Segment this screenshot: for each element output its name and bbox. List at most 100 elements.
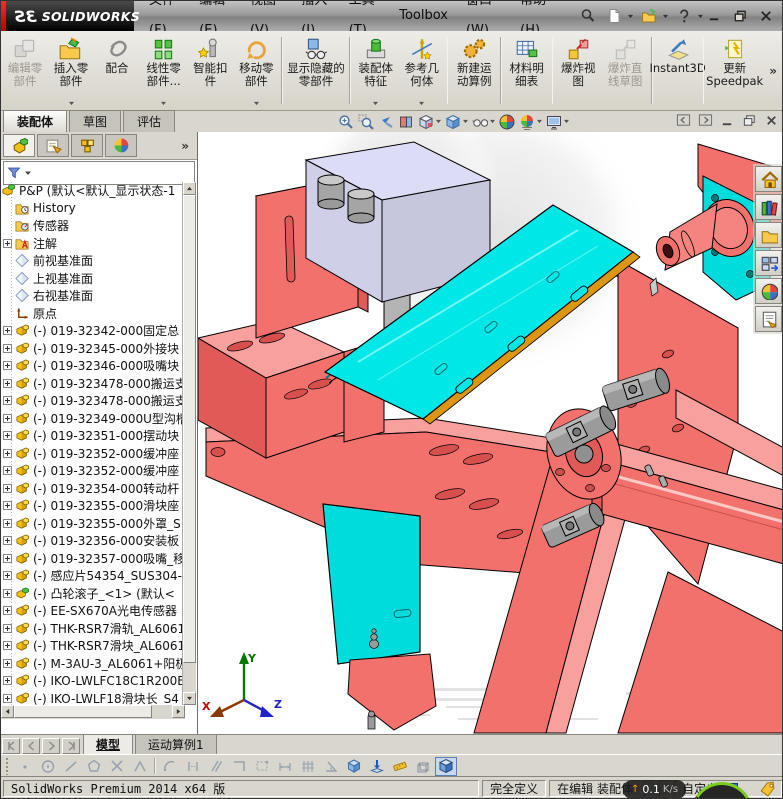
scroll-up-button[interactable]: [183, 182, 196, 195]
expand-toggle-icon[interactable]: [3, 431, 12, 441]
tree-item[interactable]: (-) 019-32357-000吸嘴_移: [1, 550, 185, 568]
tree-item[interactable]: (-) 凸轮滚子_<1> (默认<: [1, 585, 185, 603]
tree-item[interactable]: (-) 019-32342-000固定总: [1, 322, 185, 340]
tree-item[interactable]: (-) 019-32352-000缓冲座: [1, 445, 185, 463]
collapse-right-button[interactable]: [697, 113, 714, 128]
nav-prev-button[interactable]: [22, 738, 40, 754]
doc-close-button[interactable]: [763, 113, 780, 128]
line-tool-button[interactable]: [60, 757, 82, 776]
appearances-tab[interactable]: [755, 278, 782, 304]
design-library-tab[interactable]: [755, 194, 782, 220]
toolbar-button-insert-component[interactable]: 插入零部件: [48, 33, 94, 108]
apply-scene-button[interactable]: [518, 114, 536, 130]
construction-geometry-tool-button[interactable]: [251, 757, 273, 776]
tree-item[interactable]: (-) IKO-LWLF18滑块长_S4: [1, 690, 185, 705]
toolbar-button-linear-pattern[interactable]: 线性零部件...: [140, 33, 187, 108]
chevron-down-icon[interactable]: [418, 101, 425, 107]
sketch-point-button[interactable]: [14, 757, 36, 776]
expand-toggle-icon[interactable]: [3, 396, 12, 406]
tree-item[interactable]: (-) 019-32351-000摆动块: [1, 427, 185, 445]
doc-restore-button[interactable]: [741, 113, 758, 128]
search-icon[interactable]: [577, 6, 599, 26]
toolbar-button-mate[interactable]: 配合: [94, 33, 140, 108]
toolbar-button-assembly-features[interactable]: 装配体特征: [353, 33, 399, 108]
configurationmanager-tab[interactable]: [71, 134, 103, 157]
chevron-down-icon[interactable]: [68, 101, 75, 107]
wire-box-tool-button[interactable]: [412, 757, 434, 776]
iso-cube-tool-button[interactable]: [343, 757, 365, 776]
chamfer-tool-button[interactable]: [129, 757, 151, 776]
file-explorer-tab[interactable]: [755, 222, 782, 248]
doc-minimize-button[interactable]: [719, 113, 736, 128]
expand-toggle-icon[interactable]: [3, 553, 12, 563]
scroll-left-button[interactable]: [1, 705, 14, 718]
ribbon-tab-3[interactable]: 评估: [123, 110, 176, 132]
graphics-area[interactable]: X Y Z: [198, 132, 782, 734]
tree-item[interactable]: 传感器: [1, 217, 185, 235]
tree-item[interactable]: 右视基准面: [1, 287, 185, 305]
offset-tool-button[interactable]: [205, 757, 227, 776]
toolbar-button-motion-study[interactable]: 新建运动算例: [450, 33, 498, 108]
tree-item[interactable]: (-) 019-323478-000搬运支: [1, 392, 185, 410]
toolbar-grip[interactable]: [5, 757, 10, 775]
tree-item[interactable]: (-) EE-SX670A光电传感器: [1, 602, 185, 620]
expand-toggle-icon[interactable]: [3, 693, 12, 703]
view-palette-tab[interactable]: [755, 250, 782, 276]
tree-item[interactable]: (-) M-3AU-3_AL6061+阳极: [1, 655, 185, 673]
toolbar-button-bom[interactable]: 材料明细表: [504, 33, 550, 108]
toolbar-button-show-hidden[interactable]: 显示隐藏的零部件: [285, 33, 347, 108]
toolbar-overflow-button[interactable]: »: [763, 64, 782, 78]
filter-funnel-icon[interactable]: [7, 166, 21, 180]
tree-item[interactable]: (-) IKO-LWLFC18C1R200BP: [1, 672, 185, 690]
tree-vertical-scrollbar[interactable]: [182, 182, 196, 705]
chevron-down-icon[interactable]: [462, 119, 469, 124]
tree-item[interactable]: (-) 019-32349-000U型沟槽: [1, 410, 185, 428]
help-button-dropdown-icon[interactable]: [697, 14, 704, 19]
normal-to-tool-button[interactable]: [366, 757, 388, 776]
tree-item[interactable]: (-) 019-323478-000搬运支: [1, 375, 185, 393]
expand-toggle-icon[interactable]: [3, 483, 12, 493]
expand-toggle-icon[interactable]: [3, 466, 12, 476]
expand-toggle-icon[interactable]: [3, 448, 12, 458]
help-button[interactable]: [673, 6, 695, 26]
section-view-button[interactable]: [397, 114, 415, 130]
zoom-to-fit-button[interactable]: [337, 114, 355, 130]
polygon-tool-button[interactable]: [83, 757, 105, 776]
view-settings-button[interactable]: [545, 114, 563, 130]
tree-item[interactable]: 前视基准面: [1, 252, 185, 270]
tree-item[interactable]: (-) 019-32352-000缓冲座: [1, 462, 185, 480]
new-document-button[interactable]: [603, 6, 625, 26]
arc-tool-button[interactable]: [159, 757, 181, 776]
toolbar-button-instant3d[interactable]: Instant3D: [649, 33, 706, 108]
tree-item[interactable]: History: [1, 200, 185, 218]
tree-item[interactable]: 原点: [1, 305, 185, 323]
chevron-down-icon[interactable]: [489, 119, 496, 124]
chevron-down-icon[interactable]: [372, 101, 379, 107]
nav-first-button[interactable]: [2, 738, 20, 754]
expand-toggle-icon[interactable]: [3, 413, 12, 423]
expand-toggle-icon[interactable]: [3, 571, 12, 581]
expand-toggle-icon[interactable]: [3, 518, 12, 528]
zoom-to-area-button[interactable]: [357, 114, 375, 130]
chevron-down-icon[interactable]: [160, 101, 167, 107]
nav-next-button[interactable]: [42, 738, 60, 754]
expand-toggle-icon[interactable]: [3, 623, 12, 633]
chevron-down-icon[interactable]: [536, 119, 543, 124]
vertical-scroll-thumb[interactable]: [183, 195, 196, 663]
previous-view-button[interactable]: [377, 114, 395, 130]
document-tab-2[interactable]: 运动算例1: [135, 734, 217, 755]
expand-toggle-icon[interactable]: [3, 658, 12, 668]
tree-item[interactable]: (-) 感应片54354_SUS304-: [1, 567, 185, 585]
grid-pattern-tool-button[interactable]: [297, 757, 319, 776]
minimize-button[interactable]: [704, 7, 724, 25]
chevron-down-icon[interactable]: [435, 119, 442, 124]
measure-tool-button[interactable]: [389, 757, 411, 776]
open-document-button-dropdown-icon[interactable]: [662, 14, 669, 19]
toolbar-button-speedpak[interactable]: 更新 Speedpak: [706, 33, 763, 108]
new-document-button-dropdown-icon[interactable]: [627, 14, 634, 19]
expand-toggle-icon[interactable]: [3, 588, 12, 598]
expand-toggle-icon[interactable]: [3, 501, 12, 511]
home-tab[interactable]: [755, 166, 782, 192]
scroll-right-button[interactable]: [172, 705, 185, 718]
expand-toggle-icon[interactable]: [3, 641, 12, 651]
